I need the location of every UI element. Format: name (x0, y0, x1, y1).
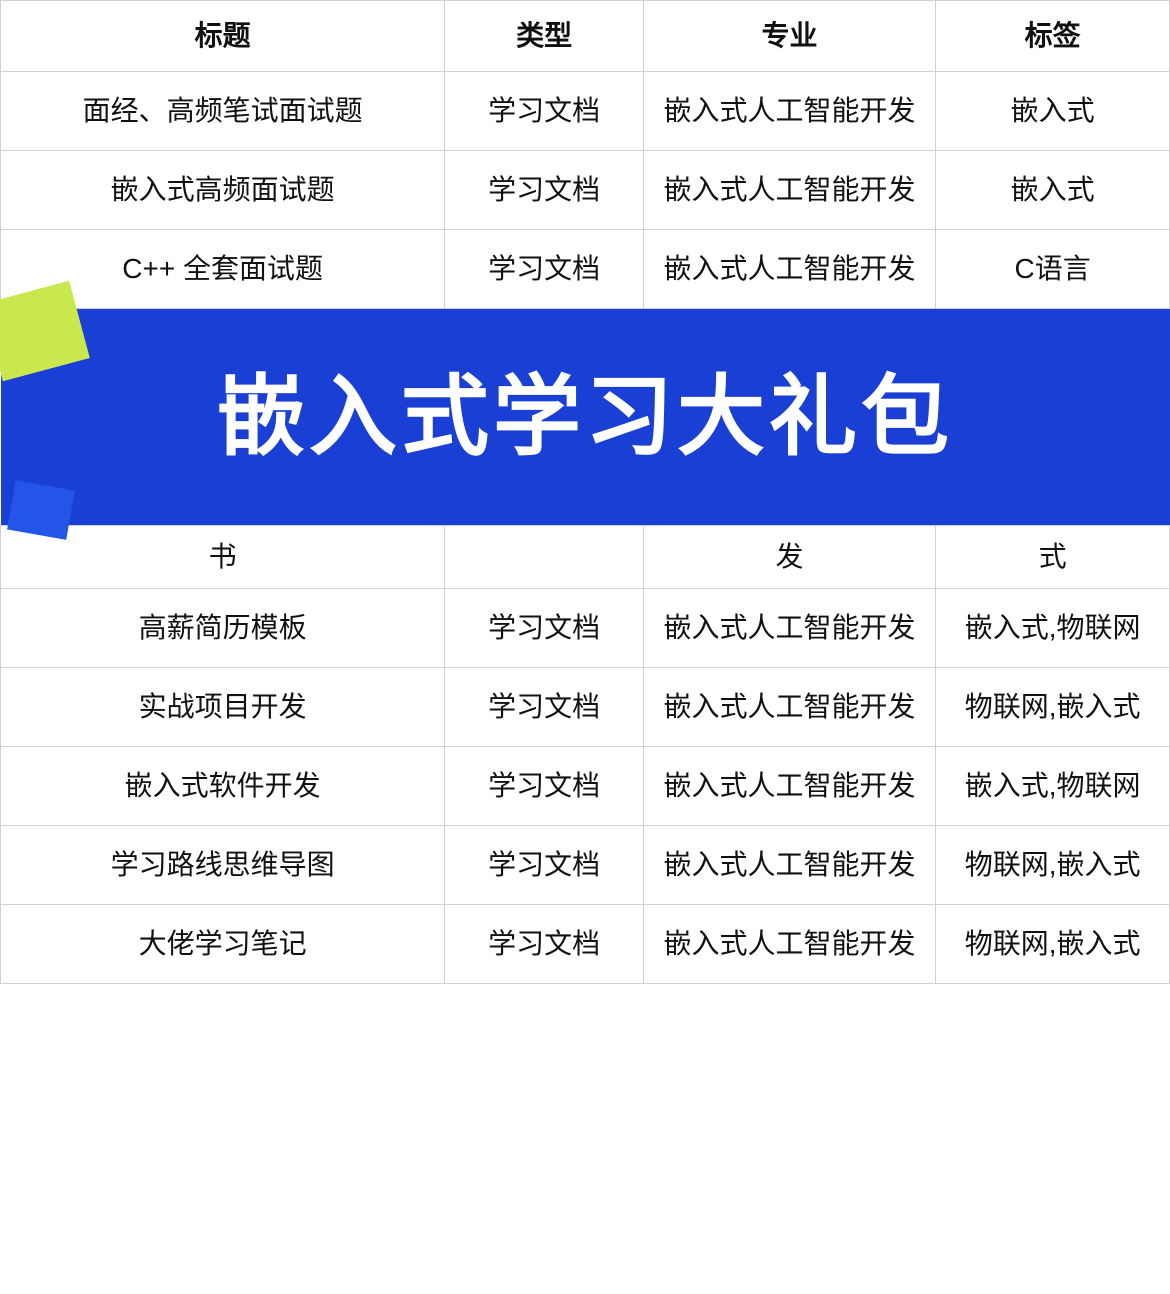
row-tag: 嵌入式 (936, 72, 1170, 151)
row-tag: 物联网,嵌入式 (936, 826, 1170, 905)
header-title: 标题 (1, 1, 445, 72)
table-row: 学习路线思维导图 学习文档 嵌入式人工智能开发 物联网,嵌入式 (1, 826, 1170, 905)
data-table: 标题 类型 专业 标签 面经、高频笔试面试题 学习文档 嵌入式人工智能开发 嵌入… (0, 0, 1170, 984)
partial-col2 (445, 526, 644, 589)
row-title: 嵌入式软件开发 (1, 747, 445, 826)
row-type: 学习文档 (445, 589, 644, 668)
partial-col3: 发 (643, 526, 935, 589)
row-type: 学习文档 (445, 826, 644, 905)
banner-cell: 嵌入式学习大礼包 (1, 309, 1170, 526)
row-tag: 嵌入式,物联网 (936, 747, 1170, 826)
row-tag: 物联网,嵌入式 (936, 905, 1170, 984)
table-row: 高薪简历模板 学习文档 嵌入式人工智能开发 嵌入式,物联网 (1, 589, 1170, 668)
banner-overlay: 嵌入式学习大礼包 (1, 309, 1170, 525)
row-type: 学习文档 (445, 747, 644, 826)
row-title: 面经、高频笔试面试题 (1, 72, 445, 151)
row-major: 嵌入式人工智能开发 (643, 230, 935, 309)
row-major: 嵌入式人工智能开发 (643, 905, 935, 984)
partial-col4: 式 (936, 526, 1170, 589)
banner-body: 嵌入式学习大礼包 书 发 式 (1, 309, 1170, 589)
row-title: 实战项目开发 (1, 668, 445, 747)
row-major: 嵌入式人工智能开发 (643, 72, 935, 151)
table-row: 大佬学习笔记 学习文档 嵌入式人工智能开发 物联网,嵌入式 (1, 905, 1170, 984)
partial-row: 书 发 式 (1, 526, 1170, 589)
banner-corner-decoration-bl (7, 480, 75, 540)
row-major: 嵌入式人工智能开发 (643, 747, 935, 826)
header-tag: 标签 (936, 1, 1170, 72)
row-type: 学习文档 (445, 230, 644, 309)
row-tag: 嵌入式 (936, 151, 1170, 230)
row-type: 学习文档 (445, 668, 644, 747)
header-type: 类型 (445, 1, 644, 72)
row-title: 高薪简历模板 (1, 589, 445, 668)
table-row: 嵌入式高频面试题 学习文档 嵌入式人工智能开发 嵌入式 (1, 151, 1170, 230)
row-type: 学习文档 (445, 72, 644, 151)
top-rows-body: 面经、高频笔试面试题 学习文档 嵌入式人工智能开发 嵌入式 嵌入式高频面试题 学… (1, 72, 1170, 309)
row-title: 学习路线思维导图 (1, 826, 445, 905)
table-row: 嵌入式软件开发 学习文档 嵌入式人工智能开发 嵌入式,物联网 (1, 747, 1170, 826)
row-title: 大佬学习笔记 (1, 905, 445, 984)
row-tag: 嵌入式,物联网 (936, 589, 1170, 668)
table-row: 实战项目开发 学习文档 嵌入式人工智能开发 物联网,嵌入式 (1, 668, 1170, 747)
banner-title: 嵌入式学习大礼包 (31, 351, 1140, 483)
row-major: 嵌入式人工智能开发 (643, 826, 935, 905)
bottom-rows-body: 高薪简历模板 学习文档 嵌入式人工智能开发 嵌入式,物联网 实战项目开发 学习文… (1, 589, 1170, 984)
main-table-container: 标题 类型 专业 标签 面经、高频笔试面试题 学习文档 嵌入式人工智能开发 嵌入… (0, 0, 1170, 984)
table-row: 面经、高频笔试面试题 学习文档 嵌入式人工智能开发 嵌入式 (1, 72, 1170, 151)
banner-background: 嵌入式学习大礼包 (1, 309, 1170, 525)
header-major: 专业 (643, 1, 935, 72)
row-tag: C语言 (936, 230, 1170, 309)
row-tag: 物联网,嵌入式 (936, 668, 1170, 747)
row-major: 嵌入式人工智能开发 (643, 668, 935, 747)
row-major: 嵌入式人工智能开发 (643, 589, 935, 668)
table-header-row: 标题 类型 专业 标签 (1, 1, 1170, 72)
row-title: 嵌入式高频面试题 (1, 151, 445, 230)
partial-col1: 书 (1, 526, 445, 589)
row-type: 学习文档 (445, 151, 644, 230)
banner-row: 嵌入式学习大礼包 (1, 309, 1170, 526)
table-row: C++ 全套面试题 学习文档 嵌入式人工智能开发 C语言 (1, 230, 1170, 309)
row-major: 嵌入式人工智能开发 (643, 151, 935, 230)
row-type: 学习文档 (445, 905, 644, 984)
